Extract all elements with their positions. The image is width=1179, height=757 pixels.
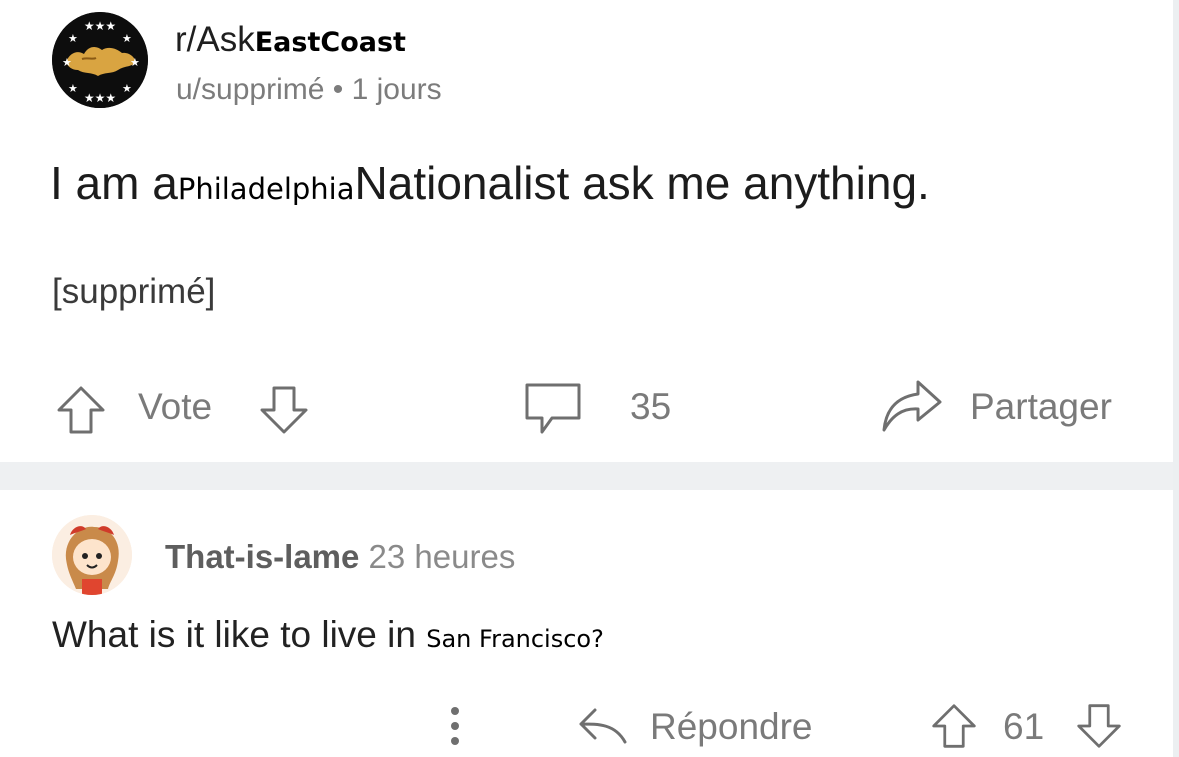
downvote-arrow-icon[interactable] bbox=[258, 384, 310, 441]
svg-text:★: ★ bbox=[62, 56, 72, 69]
title-end: Nationalist ask me anything. bbox=[354, 157, 930, 209]
svg-text:★: ★ bbox=[130, 56, 140, 69]
comment-time: 23 heures bbox=[368, 538, 516, 575]
page-edge bbox=[1173, 0, 1179, 757]
share-arrow-icon[interactable] bbox=[880, 376, 944, 441]
vote-label: Vote bbox=[138, 386, 213, 427]
more-vertical-icon[interactable] bbox=[440, 704, 470, 753]
comment-text-start: What is it like to live in bbox=[52, 614, 416, 655]
svg-text:★: ★ bbox=[122, 82, 132, 95]
subreddit-avatar[interactable]: ★★★ ★★★ ★ ★ ★ ★ ★ ★ bbox=[52, 12, 148, 108]
svg-text:★: ★ bbox=[68, 82, 78, 95]
title-start: I am a bbox=[50, 157, 178, 209]
comment-username[interactable]: That-is-lame bbox=[165, 538, 359, 575]
comment-text: What is it like to live in San Francisco… bbox=[52, 614, 604, 656]
share-label[interactable]: Partager bbox=[970, 386, 1112, 428]
reply-label[interactable]: Répondre bbox=[650, 706, 813, 748]
comment-text-insert: San Francisco? bbox=[426, 625, 604, 653]
reply-arrow-icon[interactable] bbox=[575, 702, 629, 753]
svg-text:★: ★ bbox=[68, 32, 78, 45]
comment-header: That-is-lame 23 heures bbox=[165, 538, 515, 576]
comment-avatar[interactable] bbox=[52, 515, 132, 595]
svg-text:★★★: ★★★ bbox=[84, 19, 116, 33]
post-meta: u/supprimé • 1 jours bbox=[176, 73, 442, 106]
svg-text:★: ★ bbox=[122, 32, 132, 45]
post-body: [supprimé] bbox=[52, 272, 216, 311]
avatar-icon bbox=[52, 515, 132, 595]
comment-count: 35 bbox=[630, 386, 672, 427]
post-action-bar: Vote 35 Partager bbox=[0, 380, 1179, 436]
comment-downvote-arrow-icon[interactable] bbox=[1075, 702, 1123, 755]
subreddit-suffix: EastCoast bbox=[254, 27, 406, 58]
subreddit-avatar-icon: ★★★ ★★★ ★ ★ ★ ★ ★ ★ bbox=[52, 12, 148, 108]
svg-text:★★★: ★★★ bbox=[84, 91, 116, 105]
comment-upvote-arrow-icon[interactable] bbox=[930, 702, 978, 755]
post-card: ★★★ ★★★ ★ ★ ★ ★ ★ ★ r/AskEastCoast u/sup… bbox=[0, 0, 1179, 462]
title-insert: Philadelphia bbox=[177, 172, 355, 206]
post-title[interactable]: I am aPhiladelphiaNationalist ask me any… bbox=[50, 156, 930, 210]
comment-bubble-icon[interactable] bbox=[522, 380, 584, 443]
comment-score: 61 bbox=[1003, 706, 1045, 747]
section-divider bbox=[0, 462, 1179, 490]
subreddit-prefix: r/Ask bbox=[175, 20, 255, 59]
subreddit-name[interactable]: r/AskEastCoast bbox=[175, 20, 406, 60]
upvote-arrow-icon[interactable] bbox=[55, 384, 107, 441]
